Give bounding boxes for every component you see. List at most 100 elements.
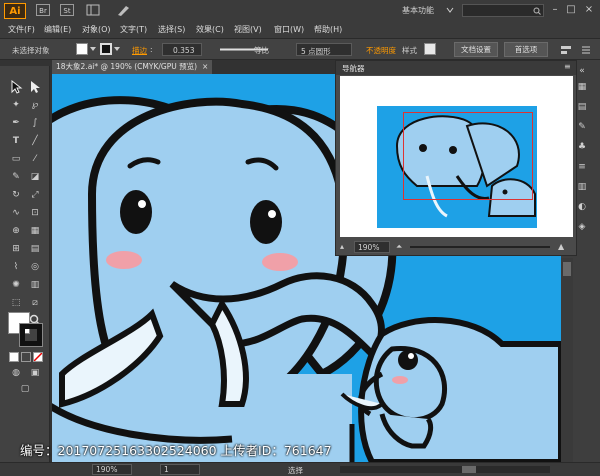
rotate-tool-icon[interactable]: ↻ bbox=[9, 188, 23, 202]
gradient-panel-icon[interactable]: ▥ bbox=[575, 180, 589, 194]
menu-window[interactable]: 窗口(W) bbox=[274, 24, 304, 35]
stroke-label[interactable]: 描边 bbox=[132, 45, 147, 56]
brushes-panel-icon[interactable]: ✎ bbox=[575, 120, 589, 134]
navigator-preview[interactable] bbox=[340, 76, 573, 237]
symbol-sprayer-tool-icon[interactable]: ✺ bbox=[9, 278, 23, 292]
opacity-label[interactable]: 不透明度 bbox=[366, 45, 396, 56]
direct-selection-tool-icon[interactable] bbox=[28, 80, 42, 94]
menu-help[interactable]: 帮助(H) bbox=[314, 24, 342, 35]
color-mode-button[interactable] bbox=[9, 352, 19, 362]
stock-icon[interactable]: St bbox=[60, 4, 74, 16]
color-panel-icon[interactable]: ▦ bbox=[575, 80, 589, 94]
change-screen-mode-icon[interactable]: ▢ bbox=[18, 382, 32, 396]
free-transform-tool-icon[interactable]: ⊡ bbox=[28, 206, 42, 220]
navigator-zoom-input[interactable]: 190% bbox=[354, 241, 390, 253]
magic-wand-tool-icon[interactable]: ✦ bbox=[9, 98, 23, 112]
close-tab-icon[interactable]: × bbox=[202, 60, 208, 74]
menu-select[interactable]: 选择(S) bbox=[158, 24, 185, 35]
workspace-switcher[interactable]: 基本功能 bbox=[402, 5, 434, 16]
layers-panel-icon[interactable]: ◈ bbox=[575, 220, 589, 234]
gradient-mode-button[interactable] bbox=[21, 352, 31, 362]
panel-menu-icon[interactable] bbox=[580, 44, 592, 58]
zoom-out-icon[interactable]: ▴ bbox=[340, 242, 344, 251]
title-bar: Ai Br St 基本功能 – □ × bbox=[0, 0, 600, 23]
curvature-tool-icon[interactable]: ∫ bbox=[28, 116, 42, 130]
document-setup-button[interactable]: 文档设置 bbox=[454, 42, 498, 57]
swatches-panel-icon[interactable]: ▤ bbox=[575, 100, 589, 114]
collapse-panels-icon[interactable]: « bbox=[575, 64, 589, 78]
lasso-tool-icon[interactable]: ℘ bbox=[28, 98, 42, 112]
stroke-weight-input[interactable]: 0.353 bbox=[162, 43, 202, 56]
stroke-panel-icon[interactable]: ≡ bbox=[575, 160, 589, 174]
line-tool-icon[interactable]: ╱ bbox=[28, 134, 42, 148]
vertical-scrollbar[interactable] bbox=[561, 258, 573, 462]
align-icon[interactable] bbox=[560, 44, 572, 58]
fill-swatch[interactable] bbox=[76, 43, 88, 55]
stroke-profile-label[interactable]: 等比 bbox=[254, 45, 269, 56]
app-logo: Ai bbox=[4, 3, 26, 19]
baby-elephant-eye bbox=[398, 350, 418, 370]
mesh-tool-icon[interactable]: ⊞ bbox=[9, 242, 23, 256]
artboard-number-dropdown[interactable]: 1 bbox=[160, 464, 200, 475]
close-button[interactable]: × bbox=[582, 3, 596, 17]
document-tab[interactable]: 18大象2.ai* @ 190% (CMYK/GPU 预览) × bbox=[52, 60, 212, 74]
artboard-tool-icon[interactable]: ⬚ bbox=[9, 296, 23, 310]
eyedropper-tool-icon[interactable]: ⌇ bbox=[9, 260, 23, 274]
navigator-menu-icon[interactable]: ≡ bbox=[564, 62, 571, 71]
scale-tool-icon[interactable]: ⤢ bbox=[28, 188, 42, 202]
navigator-zoom-slider[interactable] bbox=[410, 246, 550, 248]
type-tool-icon[interactable]: T bbox=[9, 134, 23, 148]
stroke-color-box[interactable] bbox=[19, 323, 43, 347]
watermark-text: 编号：20170725163302524060 上传者ID：761647 bbox=[20, 443, 332, 458]
none-mode-button[interactable] bbox=[33, 352, 43, 362]
chevron-down-icon[interactable] bbox=[446, 6, 454, 16]
search-input[interactable] bbox=[462, 4, 544, 17]
style-swatch[interactable] bbox=[424, 43, 436, 55]
navigator-panel: 导航器 ≡ ▴ 190% ⏶ ▲ bbox=[335, 60, 577, 256]
menu-type[interactable]: 文字(T) bbox=[120, 24, 147, 35]
perspective-grid-tool-icon[interactable]: ▦ bbox=[28, 224, 42, 238]
horizontal-scroll-thumb[interactable] bbox=[462, 466, 476, 473]
stroke-dropdown-icon[interactable] bbox=[114, 45, 120, 54]
status-bar: 190% 1 选择 bbox=[0, 462, 600, 476]
stroke-swatch[interactable] bbox=[100, 43, 112, 55]
menu-edit[interactable]: 编辑(E) bbox=[44, 24, 71, 35]
blend-tool-icon[interactable]: ◎ bbox=[28, 260, 42, 274]
warp-tool-icon[interactable]: ∿ bbox=[9, 206, 23, 220]
rectangle-tool-icon[interactable]: ▭ bbox=[9, 152, 23, 166]
bridge-icon[interactable]: Br bbox=[36, 4, 50, 16]
screen-mode-icon[interactable]: ▣ bbox=[28, 366, 42, 380]
zoom-in-icon[interactable]: ▲ bbox=[558, 242, 564, 251]
menu-view[interactable]: 视图(V) bbox=[234, 24, 262, 35]
draw-mode-icon[interactable]: ◍ bbox=[9, 366, 23, 380]
slice-tool-icon[interactable]: ⧄ bbox=[28, 296, 42, 310]
minimize-button[interactable]: – bbox=[548, 3, 562, 17]
menu-file[interactable]: 文件(F) bbox=[8, 24, 35, 35]
layout-icon[interactable] bbox=[86, 4, 100, 16]
selection-tool-icon[interactable] bbox=[9, 79, 23, 94]
symbols-panel-icon[interactable]: ♣ bbox=[575, 140, 589, 154]
vertical-scroll-thumb[interactable] bbox=[563, 262, 571, 276]
maximize-button[interactable]: □ bbox=[564, 3, 578, 17]
brush-pen-icon[interactable] bbox=[116, 3, 132, 17]
shape-builder-tool-icon[interactable]: ⊕ bbox=[9, 224, 23, 238]
status-zoom-dropdown[interactable]: 190% bbox=[92, 464, 132, 475]
shaper-tool-icon[interactable]: ✎ bbox=[9, 170, 23, 184]
selection-status: 未选择对象 bbox=[12, 46, 50, 55]
horizontal-scrollbar[interactable] bbox=[340, 466, 550, 473]
navigator-title-bar[interactable]: 导航器 ≡ bbox=[336, 61, 576, 75]
fill-dropdown-icon[interactable] bbox=[90, 45, 96, 54]
pen-tool-icon[interactable]: ✒ bbox=[9, 116, 23, 130]
transparency-panel-icon[interactable]: ◐ bbox=[575, 200, 589, 214]
navigator-view-box[interactable] bbox=[403, 112, 533, 200]
eraser-tool-icon[interactable]: ◪ bbox=[28, 170, 42, 184]
column-graph-tool-icon[interactable]: ▥ bbox=[28, 278, 42, 292]
tools-grip[interactable] bbox=[0, 60, 50, 66]
menu-object[interactable]: 对象(O) bbox=[82, 24, 111, 35]
brush-definition-dropdown[interactable]: 5 点圆形 bbox=[296, 43, 352, 56]
gradient-tool-icon[interactable]: ▤ bbox=[28, 242, 42, 256]
zoom-slider-icon[interactable]: ⏶ bbox=[396, 242, 402, 252]
paintbrush-tool-icon[interactable]: ⁄ bbox=[28, 152, 42, 166]
menu-effect[interactable]: 效果(C) bbox=[196, 24, 224, 35]
preferences-button[interactable]: 首选项 bbox=[504, 42, 548, 57]
